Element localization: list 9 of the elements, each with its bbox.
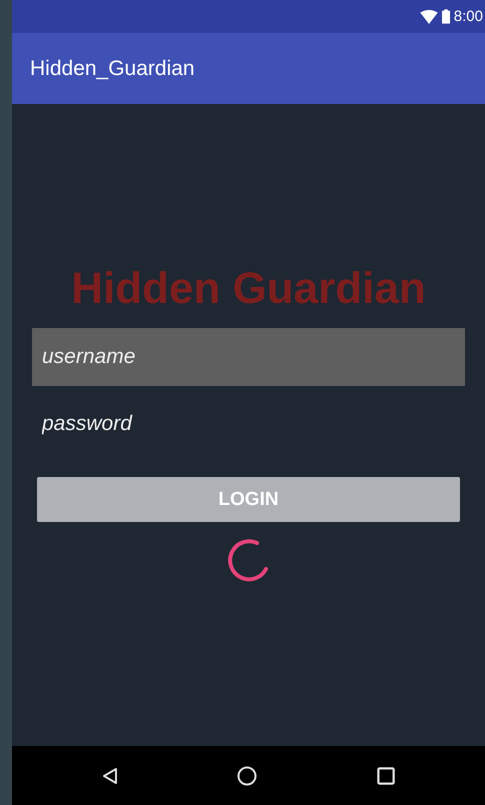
input-field[interactable]: username [32,328,465,386]
battery-icon [442,9,450,24]
recents-icon[interactable] [377,766,396,784]
app-heading: Hidden Guardian [70,264,427,314]
wifi-icon [420,10,438,24]
back-icon[interactable] [102,766,118,784]
status-time: 8:00 [454,8,483,25]
home-icon[interactable] [237,766,258,786]
app-title: Hidden_Guardian [30,56,195,80]
